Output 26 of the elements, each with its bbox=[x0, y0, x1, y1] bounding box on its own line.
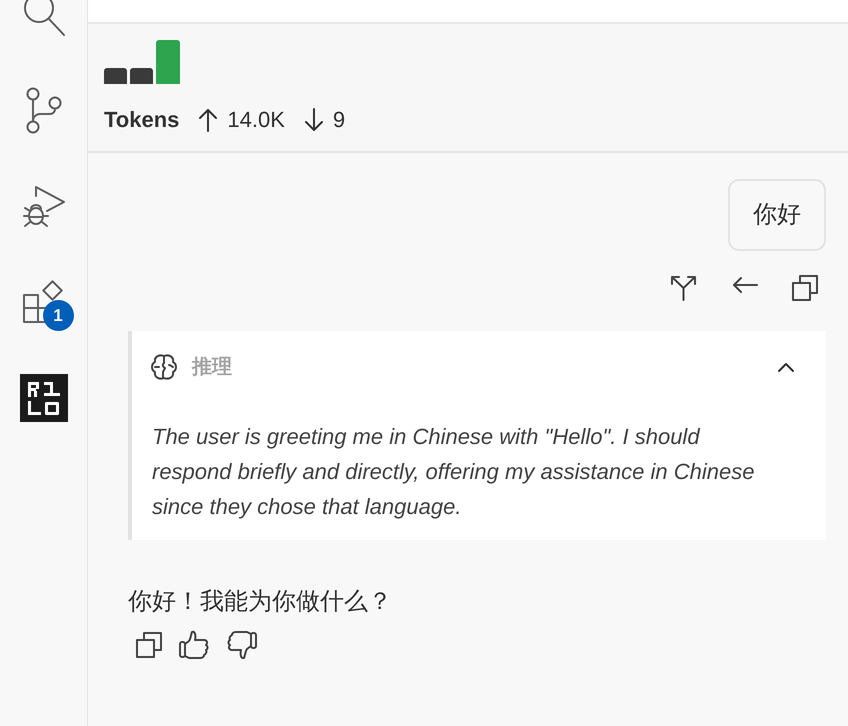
usage-bar bbox=[130, 68, 153, 84]
input-token-count: 14.0K bbox=[227, 106, 285, 134]
branch-arrows-icon[interactable] bbox=[670, 275, 697, 301]
copy-icon[interactable] bbox=[136, 632, 162, 658]
assistant-message: 你好！我能为你做什么？ bbox=[128, 587, 392, 617]
thumbs-up-icon[interactable] bbox=[179, 630, 209, 659]
notification-badge: 1 bbox=[42, 300, 74, 331]
logo-icon[interactable] bbox=[20, 374, 68, 422]
search-icon[interactable] bbox=[22, 0, 66, 37]
bug-play-icon[interactable] bbox=[22, 184, 66, 228]
reasoning-text: The user is greeting me in Chinese with "Hello". I should respond briefly and directly, offering my assistance in Chinese since they chose that language. bbox=[152, 423, 756, 521]
tokens-label: Tokens bbox=[104, 106, 180, 134]
reasoning-title: 推理 bbox=[192, 355, 232, 380]
copy-icon[interactable] bbox=[792, 275, 818, 301]
blocks-icon[interactable] bbox=[22, 280, 66, 324]
usage-bar bbox=[156, 40, 180, 84]
brain-icon bbox=[150, 353, 178, 381]
arrow-down-icon bbox=[304, 108, 324, 132]
branch-icon[interactable] bbox=[26, 86, 62, 134]
output-token-count: 9 bbox=[332, 106, 346, 134]
usage-bar bbox=[104, 68, 127, 84]
thumbs-down-icon[interactable] bbox=[226, 630, 257, 659]
user-message: 你好 bbox=[728, 179, 826, 251]
arrow-left-icon[interactable] bbox=[731, 275, 758, 295]
chevron-up-icon[interactable] bbox=[778, 362, 794, 372]
arrow-up-icon bbox=[198, 108, 218, 132]
